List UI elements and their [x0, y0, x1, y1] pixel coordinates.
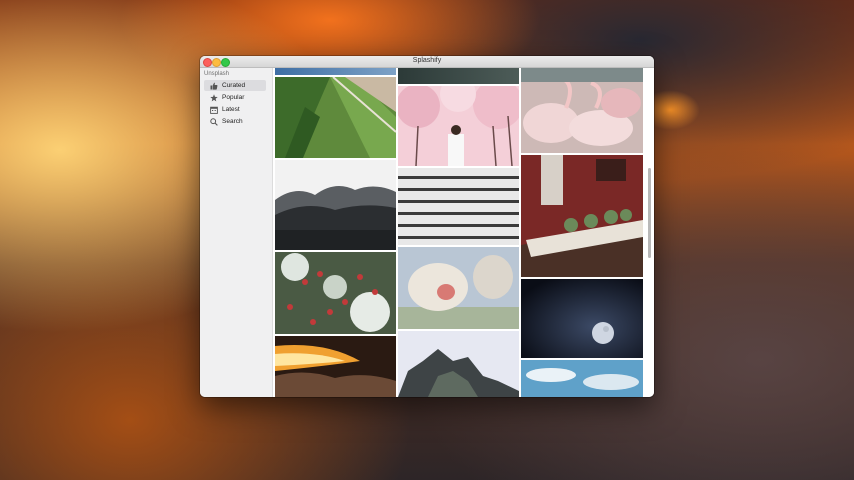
window-title: Splashify	[412, 57, 442, 64]
sidebar-section-header: Unsplash	[204, 71, 230, 77]
photo-pink-cherry-blossom-woman[interactable]	[398, 86, 519, 166]
photo-flamingos[interactable]	[521, 68, 643, 153]
photo-red-berries-snow[interactable]	[275, 252, 396, 334]
sidebar-item-curated[interactable]: Curated	[204, 80, 266, 91]
photo-blue-sky-clouds[interactable]	[521, 360, 643, 397]
photo-partial-top[interactable]	[275, 68, 396, 75]
photo-snow-monkey[interactable]	[398, 247, 519, 329]
photo-moon-night-sky[interactable]	[521, 279, 643, 358]
photo-misty-mountain-peaks[interactable]	[398, 331, 519, 397]
sidebar-item-latest[interactable]: Latest	[204, 104, 266, 115]
photo-aerial-fields[interactable]	[275, 77, 396, 158]
title-bar[interactable]: Splashify	[200, 56, 654, 68]
thumbs-up-icon	[210, 82, 218, 90]
photo-white-slatted-wall[interactable]	[398, 168, 519, 245]
splashify-window: Splashify Unsplash Curated Popular Lates…	[200, 56, 654, 397]
sidebar-item-label: Curated	[222, 82, 246, 89]
photo-dining-room-table[interactable]	[521, 155, 643, 277]
sidebar-item-label: Search	[222, 118, 243, 125]
photo-dark-fern[interactable]	[398, 68, 519, 84]
search-icon	[210, 118, 218, 126]
sidebar-item-popular[interactable]: Popular	[204, 92, 266, 103]
photo-misty-forest[interactable]	[275, 160, 396, 250]
sidebar-item-label: Latest	[222, 106, 240, 113]
vertical-scrollbar[interactable]	[648, 168, 651, 258]
calendar-icon	[210, 106, 218, 114]
photo-grid[interactable]	[273, 68, 654, 397]
photo-sunset-over-clouds[interactable]	[275, 336, 396, 397]
sidebar-item-label: Popular	[222, 94, 245, 101]
star-icon	[210, 94, 218, 102]
sidebar: Unsplash Curated Popular Latest Search	[200, 68, 273, 397]
sidebar-item-search[interactable]: Search	[204, 116, 266, 127]
